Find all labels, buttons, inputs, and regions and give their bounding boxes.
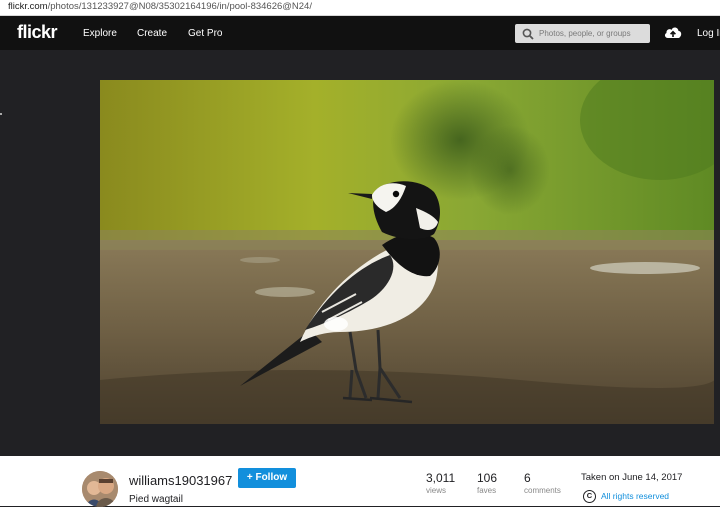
- stat-views: 3,011 views: [426, 471, 455, 495]
- upload-cloud-icon[interactable]: [663, 25, 683, 45]
- browser-address-bar[interactable]: flickr.com/photos/131233927@N08/35302164…: [0, 0, 720, 16]
- flickr-logo[interactable]: flickr: [17, 22, 58, 43]
- search-input[interactable]: Photos, people, or groups: [515, 24, 650, 43]
- login-link[interactable]: Log In: [697, 28, 720, 39]
- comments-count: 6: [524, 471, 531, 485]
- main-photo[interactable]: [100, 80, 714, 424]
- left-edge-marker: [0, 113, 2, 115]
- search-icon: [522, 27, 534, 45]
- faves-label: faves: [477, 486, 497, 495]
- date-taken[interactable]: Taken on June 14, 2017: [581, 472, 682, 483]
- avatar[interactable]: [82, 471, 118, 507]
- comments-label: comments: [524, 486, 561, 495]
- nav-get-pro[interactable]: Get Pro: [188, 28, 222, 39]
- photo-title: Pied wagtail: [129, 494, 183, 505]
- license-label: All rights reserved: [601, 490, 670, 501]
- follow-button[interactable]: + Follow: [238, 468, 296, 488]
- faves-count: 106: [477, 471, 498, 485]
- copyright-icon: C: [583, 490, 596, 503]
- photo-info-bar: williams19031967 + Follow Pied wagtail 3…: [0, 456, 720, 507]
- nav-explore[interactable]: Explore: [83, 28, 117, 39]
- owner-username[interactable]: williams19031967: [129, 473, 232, 488]
- license-info[interactable]: C All rights reserved: [583, 490, 669, 503]
- views-label: views: [426, 486, 447, 495]
- photo-stage: [0, 50, 720, 494]
- url-text[interactable]: flickr.com/photos/131233927@N08/35302164…: [8, 1, 312, 12]
- top-navigation: flickr Explore Create Get Pro Photos, pe…: [0, 16, 720, 50]
- views-count: 3,011: [426, 471, 456, 485]
- search-placeholder: Photos, people, or groups: [539, 29, 631, 38]
- stat-comments[interactable]: 6 comments: [524, 471, 561, 495]
- nav-create[interactable]: Create: [137, 28, 167, 39]
- plus-icon: +: [246, 472, 253, 483]
- stat-faves[interactable]: 106 faves: [477, 471, 497, 495]
- follow-label: Follow: [255, 472, 288, 483]
